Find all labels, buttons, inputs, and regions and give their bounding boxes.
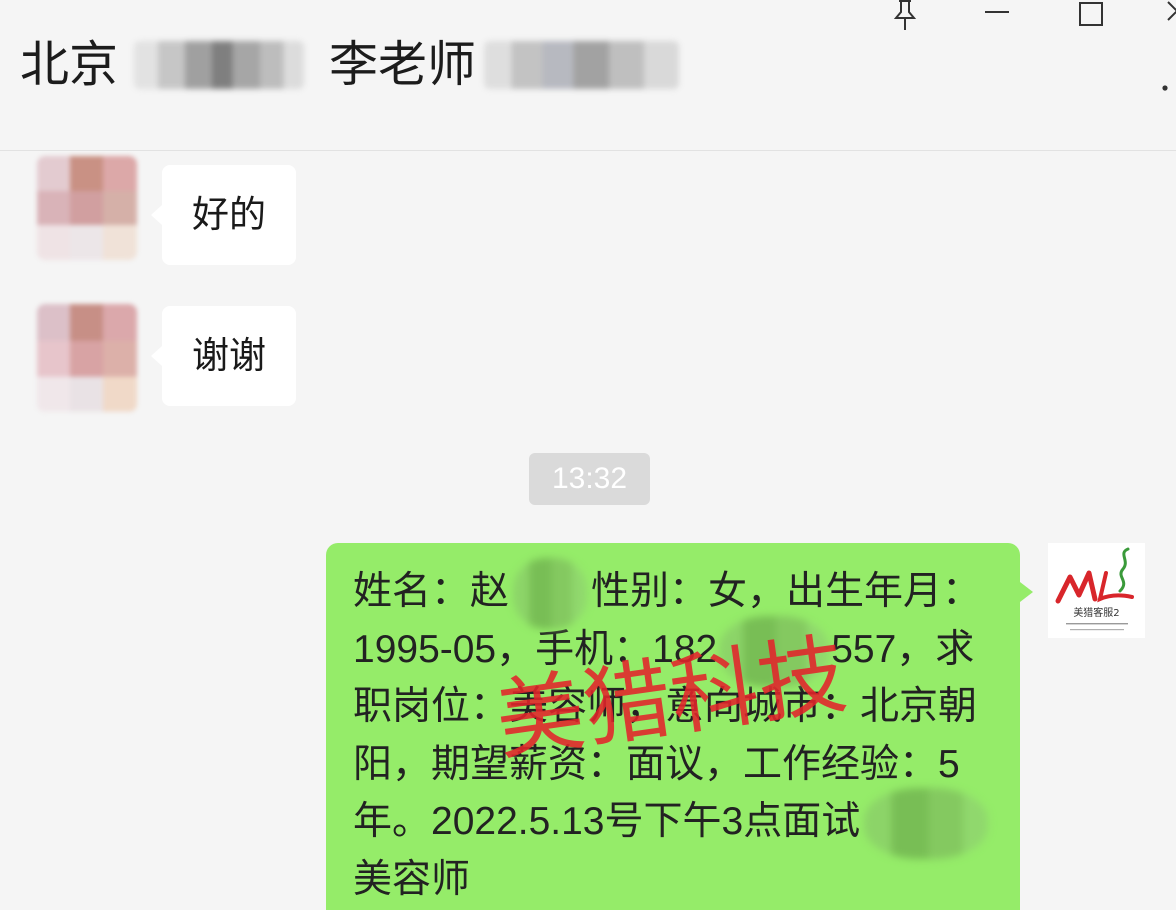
message-line: 美容师 [353, 851, 1020, 909]
message-text: 1995-05，手机：182 [353, 627, 718, 671]
message-bubble[interactable]: 好的 [151, 165, 296, 265]
close-button[interactable] [1164, 0, 1176, 28]
message-line: 姓名：赵 性别：女，出生年月： [353, 563, 1020, 621]
message-text: 姓名：赵 [353, 570, 510, 613]
company-logo: 美猎客服2 [1048, 543, 1145, 638]
redacted-text [719, 632, 829, 671]
pin-icon [893, 0, 917, 30]
self-avatar[interactable]: 美猎客服2 [1048, 543, 1145, 638]
message-text: 好的 [192, 194, 266, 235]
chat-title-name: 李老师 [329, 38, 477, 92]
pin-button[interactable] [890, 0, 920, 32]
maximize-button[interactable] [1076, 0, 1106, 28]
logo-text: 美猎客服2 [1073, 606, 1119, 619]
chat-title-location: 北京 [20, 38, 119, 92]
message-bubble[interactable]: 谢谢 [151, 306, 296, 406]
minimize-button[interactable] [982, 0, 1012, 24]
redacted-text [484, 41, 680, 89]
redacted-text [864, 804, 988, 843]
minimize-icon [985, 11, 1009, 13]
message-bubble-outgoing[interactable]: 姓名：赵 性别：女，出生年月： 1995-05，手机：182 557，求 职岗位：美… [326, 543, 1033, 910]
message-line: 阳，期望薪资：面议，工作经验：5 [353, 736, 1020, 794]
message-line: 职岗位：美容师，意向城市：北京朝 [353, 678, 1020, 736]
message-text: 性别：女，出生年月： [591, 570, 982, 613]
message-text: 557，求 [831, 627, 975, 671]
close-icon [1167, 1, 1176, 21]
message-timestamp: 13:32 [529, 453, 650, 505]
more-icon [1162, 85, 1168, 91]
maximize-icon [1079, 2, 1103, 26]
message-line: 年。2022.5.13号下午3点面试 [353, 793, 1020, 851]
message-text: 美容师 [353, 857, 471, 901]
redacted-text [513, 574, 587, 613]
redacted-text [134, 41, 305, 89]
message-line: 1995-05，手机：182 557，求 [353, 621, 1020, 679]
message-text: 谢谢 [192, 335, 266, 376]
chat-title[interactable]: 北京 李老师 [20, 36, 680, 94]
message-text: 职岗位：美容师，意向城市：北京朝 [353, 685, 978, 728]
more-button[interactable] [1156, 76, 1176, 100]
message-text: 阳，期望薪资：面议，工作经验：5 [353, 742, 960, 786]
chat-header: 北京 李老师 [0, 0, 1176, 151]
contact-avatar[interactable] [37, 156, 137, 260]
message-text: 年。2022.5.13号下午3点面试 [353, 800, 861, 843]
contact-avatar[interactable] [37, 304, 137, 412]
